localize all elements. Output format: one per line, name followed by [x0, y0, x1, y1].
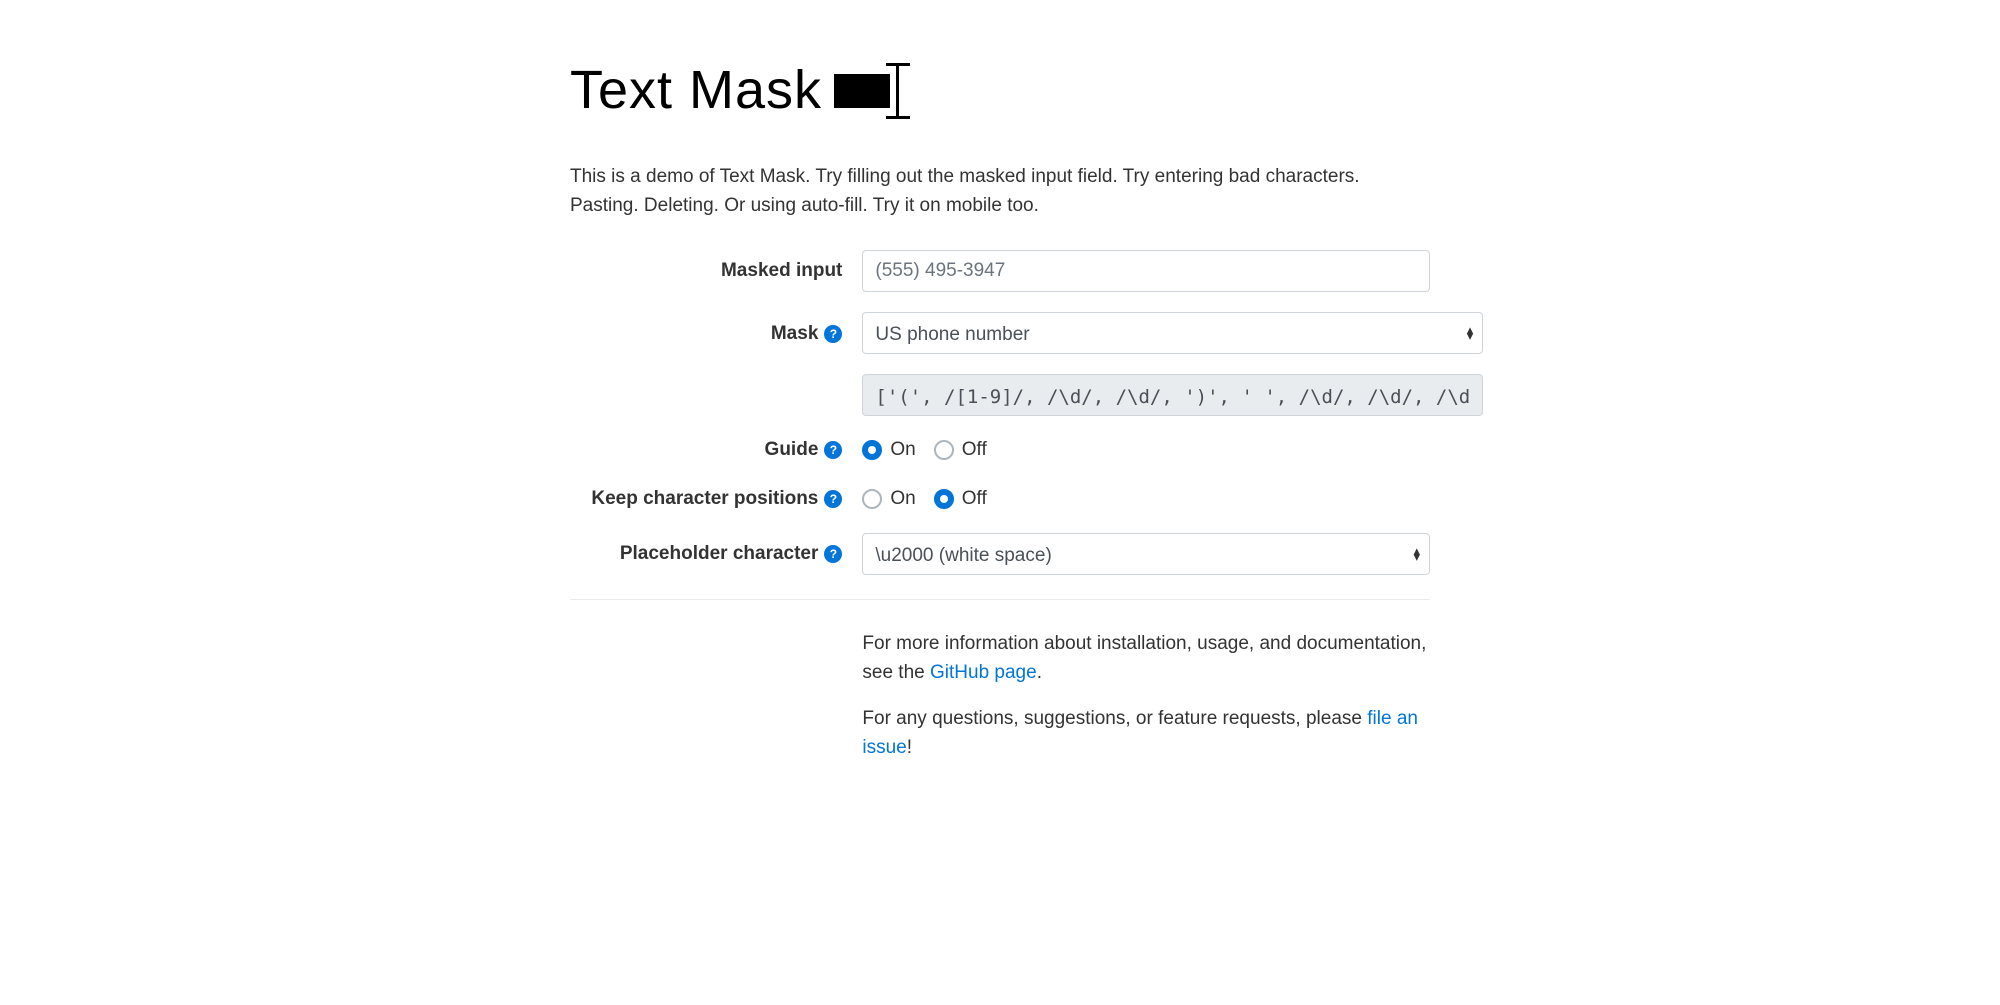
guide-radio-off[interactable]: Off — [934, 436, 987, 465]
label-guide: Guide ? — [570, 436, 862, 465]
label-placeholder-char: Placeholder character ? — [570, 540, 862, 569]
row-mask: Mask ? US phone number ▴▾ ['(', /[1-9]/,… — [570, 312, 1430, 416]
radio-icon — [862, 440, 882, 460]
label-mask: Mask ? — [570, 312, 862, 349]
divider — [570, 599, 1430, 600]
masked-input-field[interactable] — [862, 250, 1430, 292]
footer-info: For more information about installation,… — [862, 630, 1430, 687]
radio-icon — [934, 440, 954, 460]
radio-icon — [862, 489, 882, 509]
github-link[interactable]: GitHub page — [930, 662, 1037, 683]
footer-issue: For any questions, suggestions, or featu… — [862, 705, 1430, 762]
keep-char-radio-off[interactable]: Off — [934, 485, 987, 514]
keep-char-radio-on[interactable]: On — [862, 485, 915, 514]
help-icon[interactable]: ? — [824, 545, 842, 563]
help-icon[interactable]: ? — [824, 325, 842, 343]
guide-radio-on[interactable]: On — [862, 436, 915, 465]
help-icon[interactable]: ? — [824, 490, 842, 508]
row-placeholder-char: Placeholder character ? \u2000 (white sp… — [570, 533, 1430, 575]
label-keep-char-positions: Keep character positions ? — [570, 485, 862, 514]
mask-definition-display: ['(', /[1-9]/, /\d/, /\d/, ')', ' ', /\d… — [862, 374, 1483, 416]
text-mask-logo-icon — [834, 63, 912, 119]
mask-select[interactable]: US phone number — [862, 312, 1483, 354]
page-container: Text Mask This is a demo of Text Mask. T… — [550, 0, 1450, 762]
row-keep-char-positions: Keep character positions ? On Off — [570, 485, 1430, 514]
footer: For more information about installation,… — [862, 630, 1430, 762]
page-header: Text Mask — [570, 0, 1430, 151]
help-icon[interactable]: ? — [824, 441, 842, 459]
row-masked-input: Masked input — [570, 250, 1430, 292]
intro-text: This is a demo of Text Mask. Try filling… — [570, 163, 1430, 220]
radio-icon — [934, 489, 954, 509]
page-title: Text Mask — [570, 50, 822, 131]
row-guide: Guide ? On Off — [570, 436, 1430, 465]
placeholder-char-select[interactable]: \u2000 (white space) — [862, 533, 1430, 575]
label-masked-input: Masked input — [570, 257, 862, 286]
